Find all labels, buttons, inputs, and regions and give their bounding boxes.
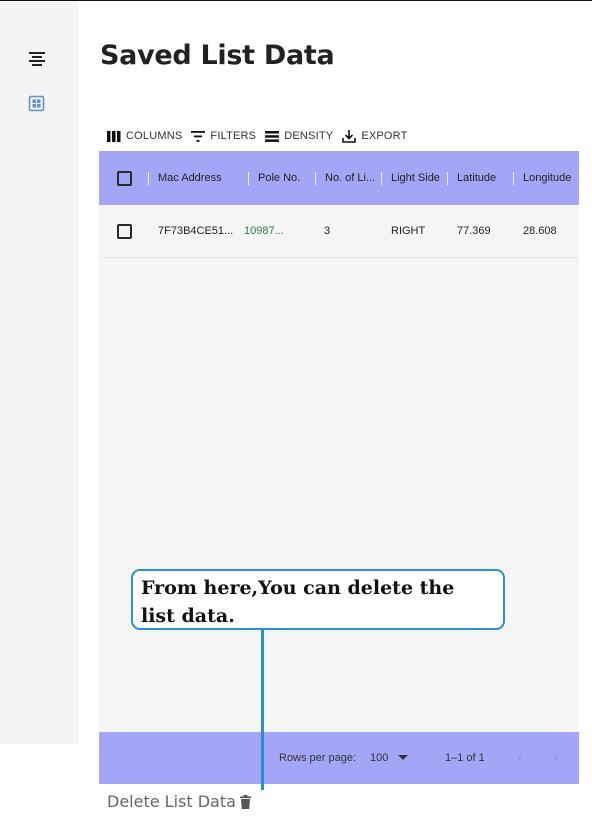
export-label: EXPORT — [361, 130, 408, 142]
select-all-checkbox[interactable] — [117, 171, 132, 186]
rows-per-page-label: Rows per page: — [279, 752, 357, 764]
column-separator — [248, 172, 249, 185]
cell-latitude: 77.369 — [457, 225, 491, 237]
chevron-down-icon — [398, 755, 409, 760]
density-label: DENSITY — [284, 130, 334, 142]
tutorial-callout: From here,You can delete the list data. — [131, 569, 505, 630]
callout-line-2: list data. — [141, 605, 235, 627]
column-header-mac-address[interactable]: Mac Address — [158, 151, 222, 205]
top-border — [0, 0, 592, 1]
column-header-pole-no[interactable]: Pole No. — [258, 151, 300, 205]
density-icon — [265, 130, 280, 142]
columns-icon — [107, 130, 121, 142]
rows-per-page-value: 100 — [370, 752, 389, 764]
column-separator — [381, 172, 382, 185]
previous-page-button[interactable]: ‹ — [517, 732, 522, 784]
column-separator — [148, 172, 149, 185]
filters-button[interactable]: FILTERS — [191, 130, 256, 142]
column-header-light-side[interactable]: Light Side — [391, 151, 440, 205]
cell-no-of-lights: 3 — [324, 225, 331, 237]
table-row[interactable]: 7F73B4CE51... 10987... 3 RIGHT 77.369 28… — [99, 205, 579, 258]
column-header-no-of-lights[interactable]: No. of Li... — [325, 151, 375, 205]
data-grid: Mac Address Pole No. No. of Li... Light … — [99, 151, 579, 784]
pagination-range: 1–1 of 1 — [445, 752, 485, 764]
columns-label: COLUMNS — [126, 130, 183, 142]
callout-line-1: From here,You can delete the — [141, 577, 455, 599]
grid-toolbar: COLUMNS FILTERS DENSITY EXPORT — [107, 128, 417, 144]
filter-icon — [191, 130, 206, 142]
grid-footer: Rows per page: 100 1–1 of 1 ‹ › — [99, 732, 579, 784]
export-icon — [342, 129, 357, 143]
callout-pointer-line — [261, 630, 264, 790]
column-separator — [315, 172, 316, 185]
cell-longitude: 28.608 — [523, 225, 557, 237]
density-button[interactable]: DENSITY — [265, 130, 333, 142]
align-center-icon[interactable] — [28, 51, 46, 69]
export-button[interactable]: EXPORT — [342, 129, 408, 143]
trash-icon — [239, 794, 251, 809]
cell-pole-no: 10987... — [244, 225, 284, 237]
grid-header: Mac Address Pole No. No. of Li... Light … — [99, 151, 579, 205]
columns-button[interactable]: COLUMNS — [107, 130, 182, 142]
cell-mac-address: 7F73B4CE51... — [158, 225, 234, 237]
rows-per-page-select[interactable]: 100 — [370, 732, 409, 784]
sidebar — [0, 1, 79, 744]
delete-list-data-label: Delete List Data — [107, 792, 236, 811]
next-page-button[interactable]: › — [553, 732, 558, 784]
column-header-longitude[interactable]: Longitude — [523, 151, 571, 205]
column-header-latitude[interactable]: Latitude — [457, 151, 496, 205]
cell-light-side: RIGHT — [391, 225, 426, 237]
filters-label: FILTERS — [210, 130, 257, 142]
delete-list-data-button[interactable]: Delete List Data — [107, 792, 251, 811]
grid-icon[interactable] — [28, 95, 46, 113]
column-separator — [513, 172, 514, 185]
page-title: Saved List Data — [100, 40, 335, 71]
column-separator — [447, 172, 448, 185]
row-checkbox[interactable] — [117, 224, 132, 239]
